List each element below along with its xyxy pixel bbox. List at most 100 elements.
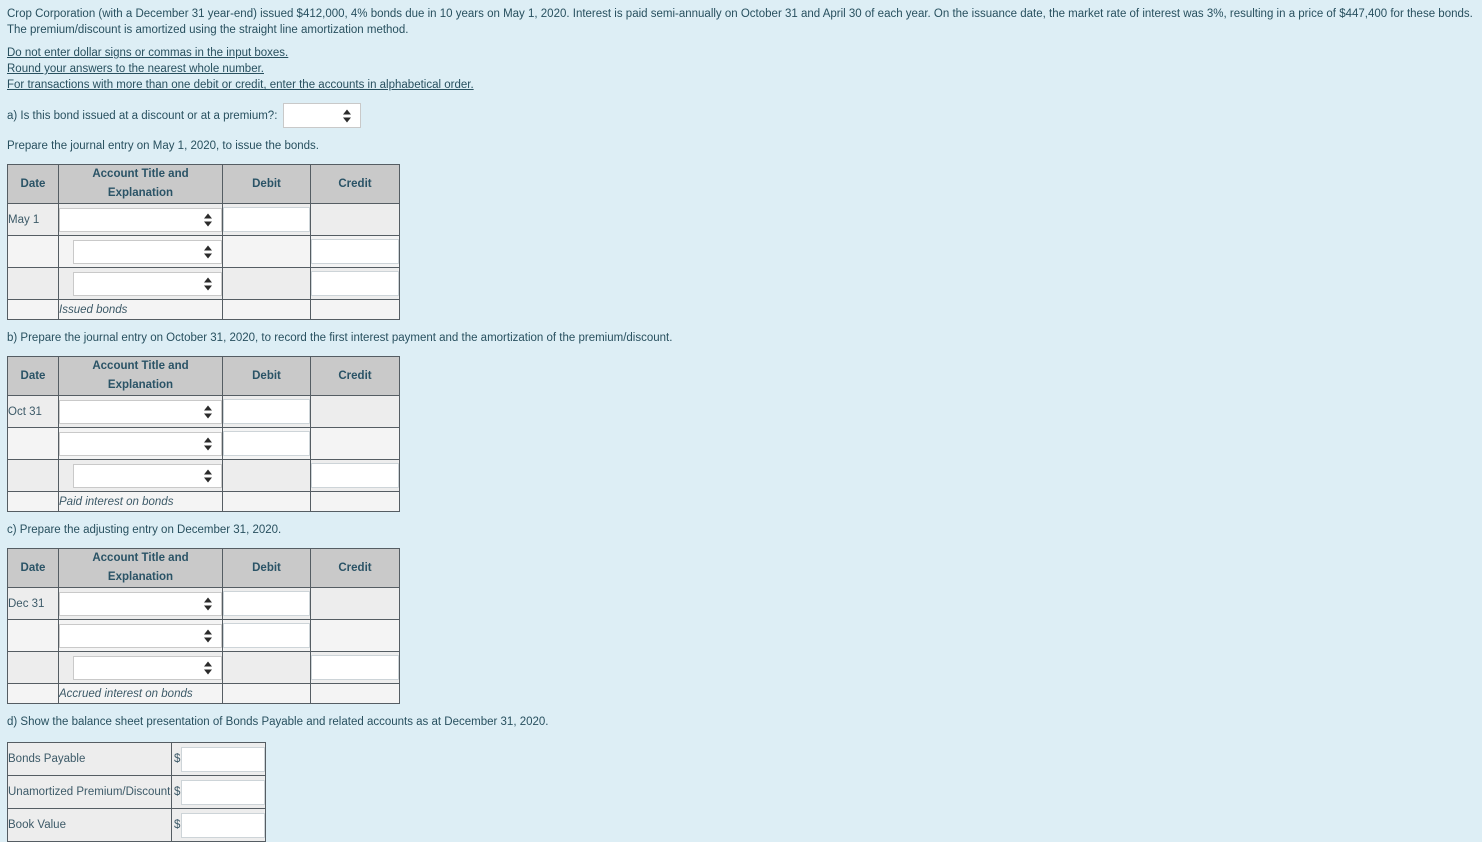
column-header-date: Date xyxy=(7,548,59,588)
book-value-input[interactable] xyxy=(181,812,265,838)
credit-input[interactable] xyxy=(311,239,399,264)
column-header-date: Date xyxy=(7,164,59,204)
column-header-credit: Credit xyxy=(310,356,400,396)
account-select[interactable] xyxy=(73,463,222,488)
account-cell xyxy=(58,235,223,268)
chevron-updown-icon xyxy=(204,405,213,418)
credit-cell xyxy=(310,683,400,704)
account-select[interactable] xyxy=(73,271,222,296)
currency-symbol: $ xyxy=(174,753,181,765)
account-cell xyxy=(58,587,223,620)
table-row xyxy=(7,427,400,460)
exercise-page: Crop Corporation (with a December 31 yea… xyxy=(0,0,1482,842)
account-cell xyxy=(58,203,223,236)
column-header-account-title: Account Title and Explanation xyxy=(58,548,223,588)
chevron-updown-icon xyxy=(204,245,213,258)
debit-input[interactable] xyxy=(223,399,310,424)
credit-cell xyxy=(310,651,400,684)
table-row xyxy=(7,459,400,492)
table-header-row: Date Account Title and Explanation Debit… xyxy=(7,356,400,396)
account-select[interactable] xyxy=(59,623,222,648)
table-explanation-row: Issued bonds xyxy=(7,299,400,320)
chevron-updown-icon xyxy=(204,437,213,450)
account-select[interactable] xyxy=(73,655,222,680)
balance-sheet-value-cell: $ xyxy=(171,808,266,842)
table-row: Oct 31 xyxy=(7,395,400,428)
credit-cell xyxy=(310,235,400,268)
credit-cell xyxy=(310,299,400,320)
chevron-updown-icon xyxy=(204,469,213,482)
credit-cell xyxy=(310,619,400,652)
chevron-updown-icon xyxy=(204,629,213,642)
balance-sheet-table: Bonds Payable $ Unamortized Premium/Disc… xyxy=(7,742,266,842)
column-header-debit: Debit xyxy=(222,164,311,204)
bonds-payable-input[interactable] xyxy=(181,746,265,772)
account-cell xyxy=(58,651,223,684)
chevron-updown-icon xyxy=(204,661,213,674)
debit-cell xyxy=(222,427,311,460)
instruction-rules: Do not enter dollar signs or commas in t… xyxy=(7,45,1482,93)
credit-input[interactable] xyxy=(311,463,399,488)
currency-symbol: $ xyxy=(174,786,181,798)
account-cell xyxy=(58,427,223,460)
account-select[interactable] xyxy=(59,591,222,616)
table-row: Dec 31 xyxy=(7,587,400,620)
account-select[interactable] xyxy=(59,431,222,456)
rule-rounding: Round your answers to the nearest whole … xyxy=(7,63,264,75)
credit-cell xyxy=(310,267,400,300)
table-row xyxy=(7,267,400,300)
balance-sheet-label-bonds-payable: Bonds Payable xyxy=(7,742,172,776)
date-cell xyxy=(7,427,59,460)
debit-cell xyxy=(222,587,311,620)
table-row xyxy=(7,235,400,268)
account-select[interactable] xyxy=(73,239,222,264)
part-a-question-label: a) Is this bond issued at a discount or … xyxy=(7,109,278,122)
debit-cell xyxy=(222,651,311,684)
date-cell xyxy=(7,651,59,684)
table-header-row: Date Account Title and Explanation Debit… xyxy=(7,164,400,204)
explanation-text: Accrued interest on bonds xyxy=(58,683,223,704)
part-b-question: b) Prepare the journal entry on October … xyxy=(7,332,673,344)
debit-cell xyxy=(222,459,311,492)
column-header-debit: Debit xyxy=(222,548,311,588)
debit-cell xyxy=(222,235,311,268)
discount-or-premium-select[interactable] xyxy=(283,103,362,128)
table-explanation-row: Paid interest on bonds xyxy=(7,491,400,512)
balance-sheet-label-book-value: Book Value xyxy=(7,808,172,842)
debit-cell xyxy=(222,395,311,428)
table-row: Book Value $ xyxy=(7,808,266,842)
chevron-updown-icon xyxy=(204,277,213,290)
explanation-text: Paid interest on bonds xyxy=(58,491,223,512)
debit-cell xyxy=(222,683,311,704)
problem-intro-text: Crop Corporation (with a December 31 yea… xyxy=(7,8,1473,36)
date-cell: May 1 xyxy=(7,203,59,236)
debit-cell xyxy=(222,203,311,236)
account-select[interactable] xyxy=(59,399,222,424)
table-explanation-row: Accrued interest on bonds xyxy=(7,683,400,704)
debit-input[interactable] xyxy=(223,623,310,648)
currency-symbol: $ xyxy=(174,819,181,831)
balance-sheet-value-cell: $ xyxy=(171,742,266,776)
column-header-account-title: Account Title and Explanation xyxy=(58,164,223,204)
journal-entry-table-b: Date Account Title and Explanation Debit… xyxy=(7,356,400,512)
table-row: Bonds Payable $ xyxy=(7,742,266,776)
column-header-credit: Credit xyxy=(310,548,400,588)
date-cell xyxy=(7,235,59,268)
journal-entry-table-a: Date Account Title and Explanation Debit… xyxy=(7,164,400,320)
credit-cell xyxy=(310,203,400,236)
debit-input[interactable] xyxy=(223,431,310,456)
debit-cell xyxy=(222,619,311,652)
account-cell xyxy=(58,619,223,652)
credit-input[interactable] xyxy=(311,655,399,680)
table-header-row: Date Account Title and Explanation Debit… xyxy=(7,548,400,588)
table-row: May 1 xyxy=(7,203,400,236)
credit-input[interactable] xyxy=(311,271,399,296)
date-cell xyxy=(7,683,59,704)
debit-input[interactable] xyxy=(223,207,310,232)
date-cell xyxy=(7,459,59,492)
unamortized-premium-discount-input[interactable] xyxy=(181,779,265,805)
credit-cell xyxy=(310,427,400,460)
debit-input[interactable] xyxy=(223,591,310,616)
credit-cell xyxy=(310,459,400,492)
account-select[interactable] xyxy=(59,207,222,232)
